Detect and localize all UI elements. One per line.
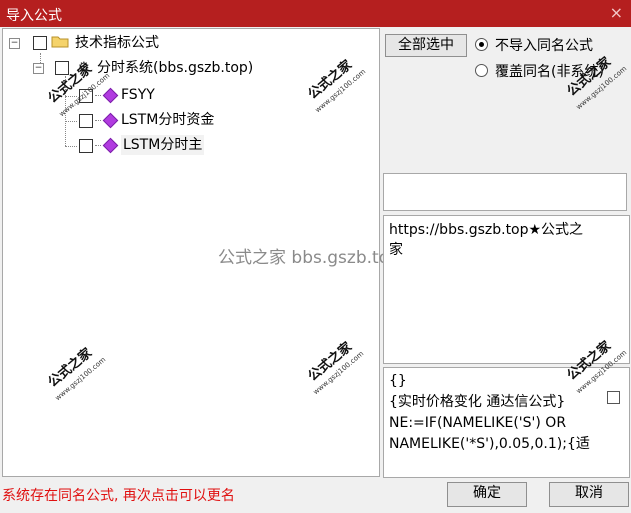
item-checkbox[interactable]: [79, 139, 93, 153]
item-label: LSTM分时主: [121, 135, 205, 155]
title-bar: 导入公式 ×: [0, 0, 631, 27]
info-text-line: https://bbs.gszb.top★公式之: [389, 222, 584, 238]
tree-item[interactable]: LSTM分时资金: [77, 110, 277, 130]
window-title: 导入公式: [6, 8, 62, 24]
watermark-center: 公式之家 bbs.gszb.top: [218, 248, 400, 268]
radio-skip-label[interactable]: 不导入同名公式: [495, 35, 593, 55]
tree-item[interactable]: FSYY: [77, 85, 277, 105]
source-line: {}: [389, 373, 407, 389]
wrap-checkbox[interactable]: [607, 391, 620, 404]
folder-icon: [51, 36, 69, 48]
info-text-line: 家: [389, 242, 403, 258]
item-checkbox[interactable]: [79, 114, 93, 128]
item-label: FSYY: [121, 87, 155, 103]
close-icon[interactable]: ×: [610, 3, 623, 22]
indicator-icon: [102, 112, 119, 129]
root-checkbox[interactable]: [33, 36, 47, 50]
ok-button[interactable]: 确定: [447, 482, 527, 507]
tree-node-root[interactable]: − 技术指标公式: [7, 33, 307, 53]
tree-item-selected[interactable]: LSTM分时主: [77, 135, 277, 155]
status-message: 系统存在同名公式, 再次点击可以更名: [2, 488, 235, 504]
root-label: 技术指标公式: [75, 35, 159, 51]
collapse-icon[interactable]: −: [33, 63, 44, 74]
select-all-button[interactable]: 全部选中: [385, 34, 467, 57]
radio-skip-same-name[interactable]: [475, 38, 488, 51]
collapse-icon[interactable]: −: [9, 38, 20, 49]
import-formula-dialog: 导入公式 × − 技术指标公式 − ⚙ 分时系统(bbs.gszb.top) F…: [0, 0, 631, 513]
source-line: {实时价格变化 通达信公式}: [389, 394, 566, 410]
source-line: NAMELIKE('*S'),0.05,0.1);{适: [389, 436, 590, 452]
source-line: NE:=IF(NAMELIKE('S') OR: [389, 415, 567, 431]
group-label: 分时系统(bbs.gszb.top): [97, 60, 254, 76]
cancel-button[interactable]: 取消: [549, 482, 629, 507]
indicator-icon: [102, 87, 119, 104]
radio-overwrite-same-name[interactable]: [475, 64, 488, 77]
item-label: LSTM分时资金: [121, 112, 215, 128]
name-field[interactable]: [383, 173, 627, 211]
indicator-icon: [102, 137, 119, 154]
